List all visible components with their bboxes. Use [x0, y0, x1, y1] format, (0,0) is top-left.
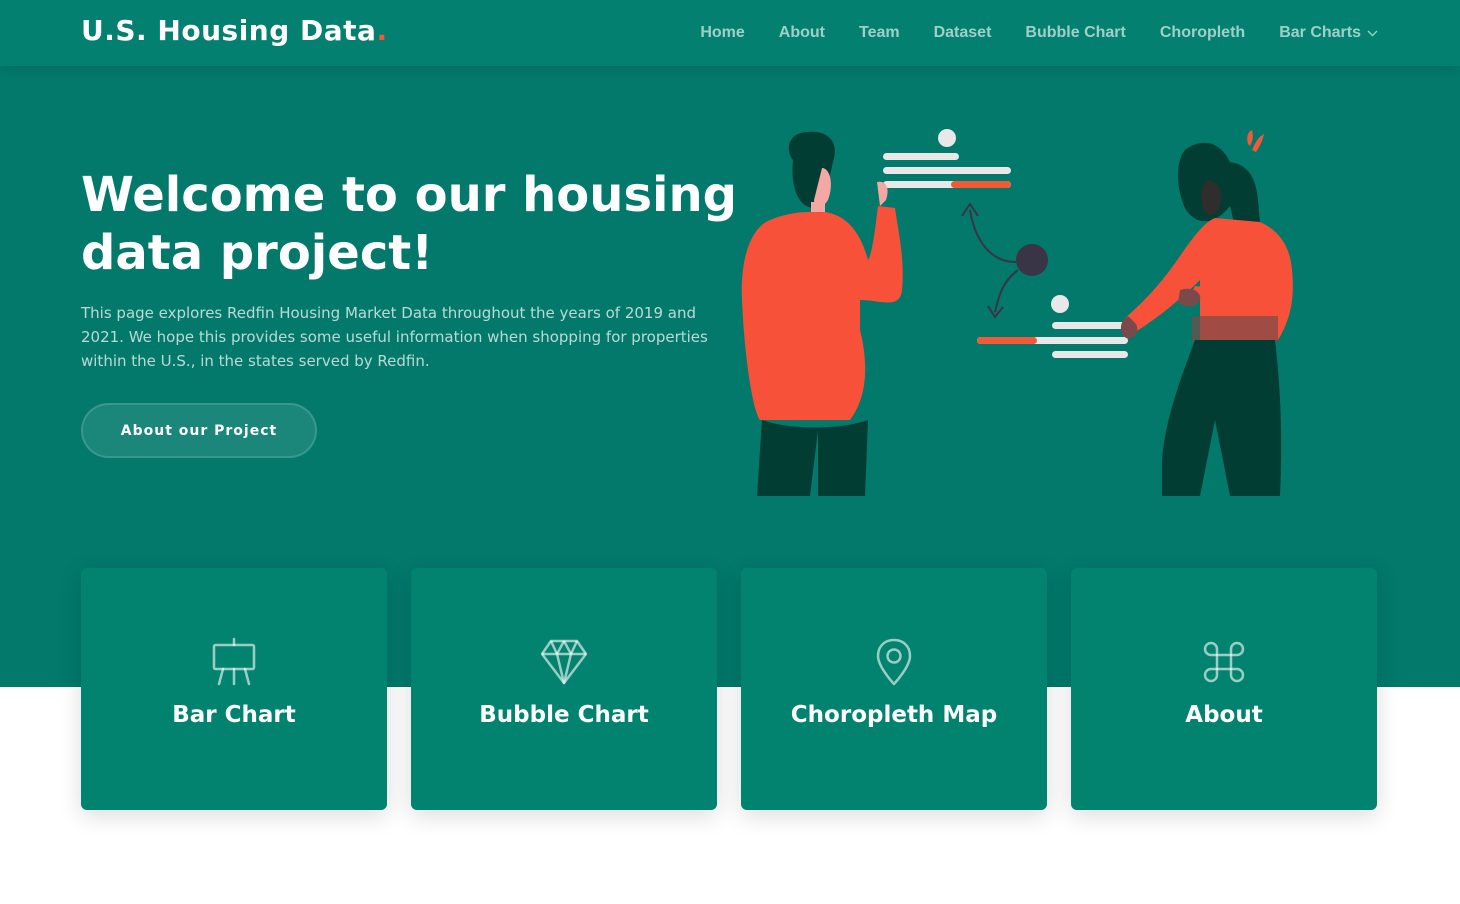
nav-team[interactable]: Team — [859, 24, 900, 42]
nav-bar-charts-label: Bar Charts — [1279, 24, 1361, 41]
site-logo[interactable]: U.S. Housing Data. — [81, 14, 388, 47]
card-about[interactable]: About — [1071, 568, 1377, 810]
two-people-presenting-data-illustration — [730, 120, 1320, 500]
diamond-icon — [539, 636, 589, 688]
nav-bar-charts[interactable]: Bar Charts — [1279, 24, 1378, 42]
easel-chart-icon — [211, 636, 257, 688]
chevron-down-icon — [1367, 24, 1378, 42]
nav-about[interactable]: About — [779, 24, 825, 42]
command-key-icon — [1201, 636, 1247, 688]
nav-bubble-chart[interactable]: Bubble Chart — [1025, 24, 1125, 42]
hero-title: Welcome to our housing data project! — [81, 167, 737, 281]
nav-choropleth[interactable]: Choropleth — [1160, 24, 1245, 42]
nav-home[interactable]: Home — [700, 24, 744, 42]
card-choropleth-map[interactable]: Choropleth Map — [741, 568, 1047, 810]
card-title: About — [1185, 702, 1263, 728]
about-project-button[interactable]: About our Project — [81, 403, 317, 458]
map-pin-icon — [875, 636, 913, 688]
logo-text: U.S. Housing Data — [81, 14, 377, 47]
card-bar-chart[interactable]: Bar Chart — [81, 568, 387, 810]
hero-description: This page explores Redfin Housing Market… — [81, 304, 708, 370]
card-bubble-chart[interactable]: Bubble Chart — [411, 568, 717, 810]
site-header: U.S. Housing Data. Home About Team Datas… — [0, 0, 1460, 66]
card-title: Choropleth Map — [790, 702, 998, 728]
nav-dataset[interactable]: Dataset — [934, 24, 992, 42]
main-nav: Home About Team Dataset Bubble Chart Cho… — [700, 0, 1378, 66]
logo-dot: . — [376, 14, 388, 47]
feature-cards: Bar Chart Bubble Chart Choropleth Map Ab… — [81, 568, 1377, 810]
card-title: Bar Chart — [172, 702, 296, 728]
card-title: Bubble Chart — [479, 702, 649, 728]
